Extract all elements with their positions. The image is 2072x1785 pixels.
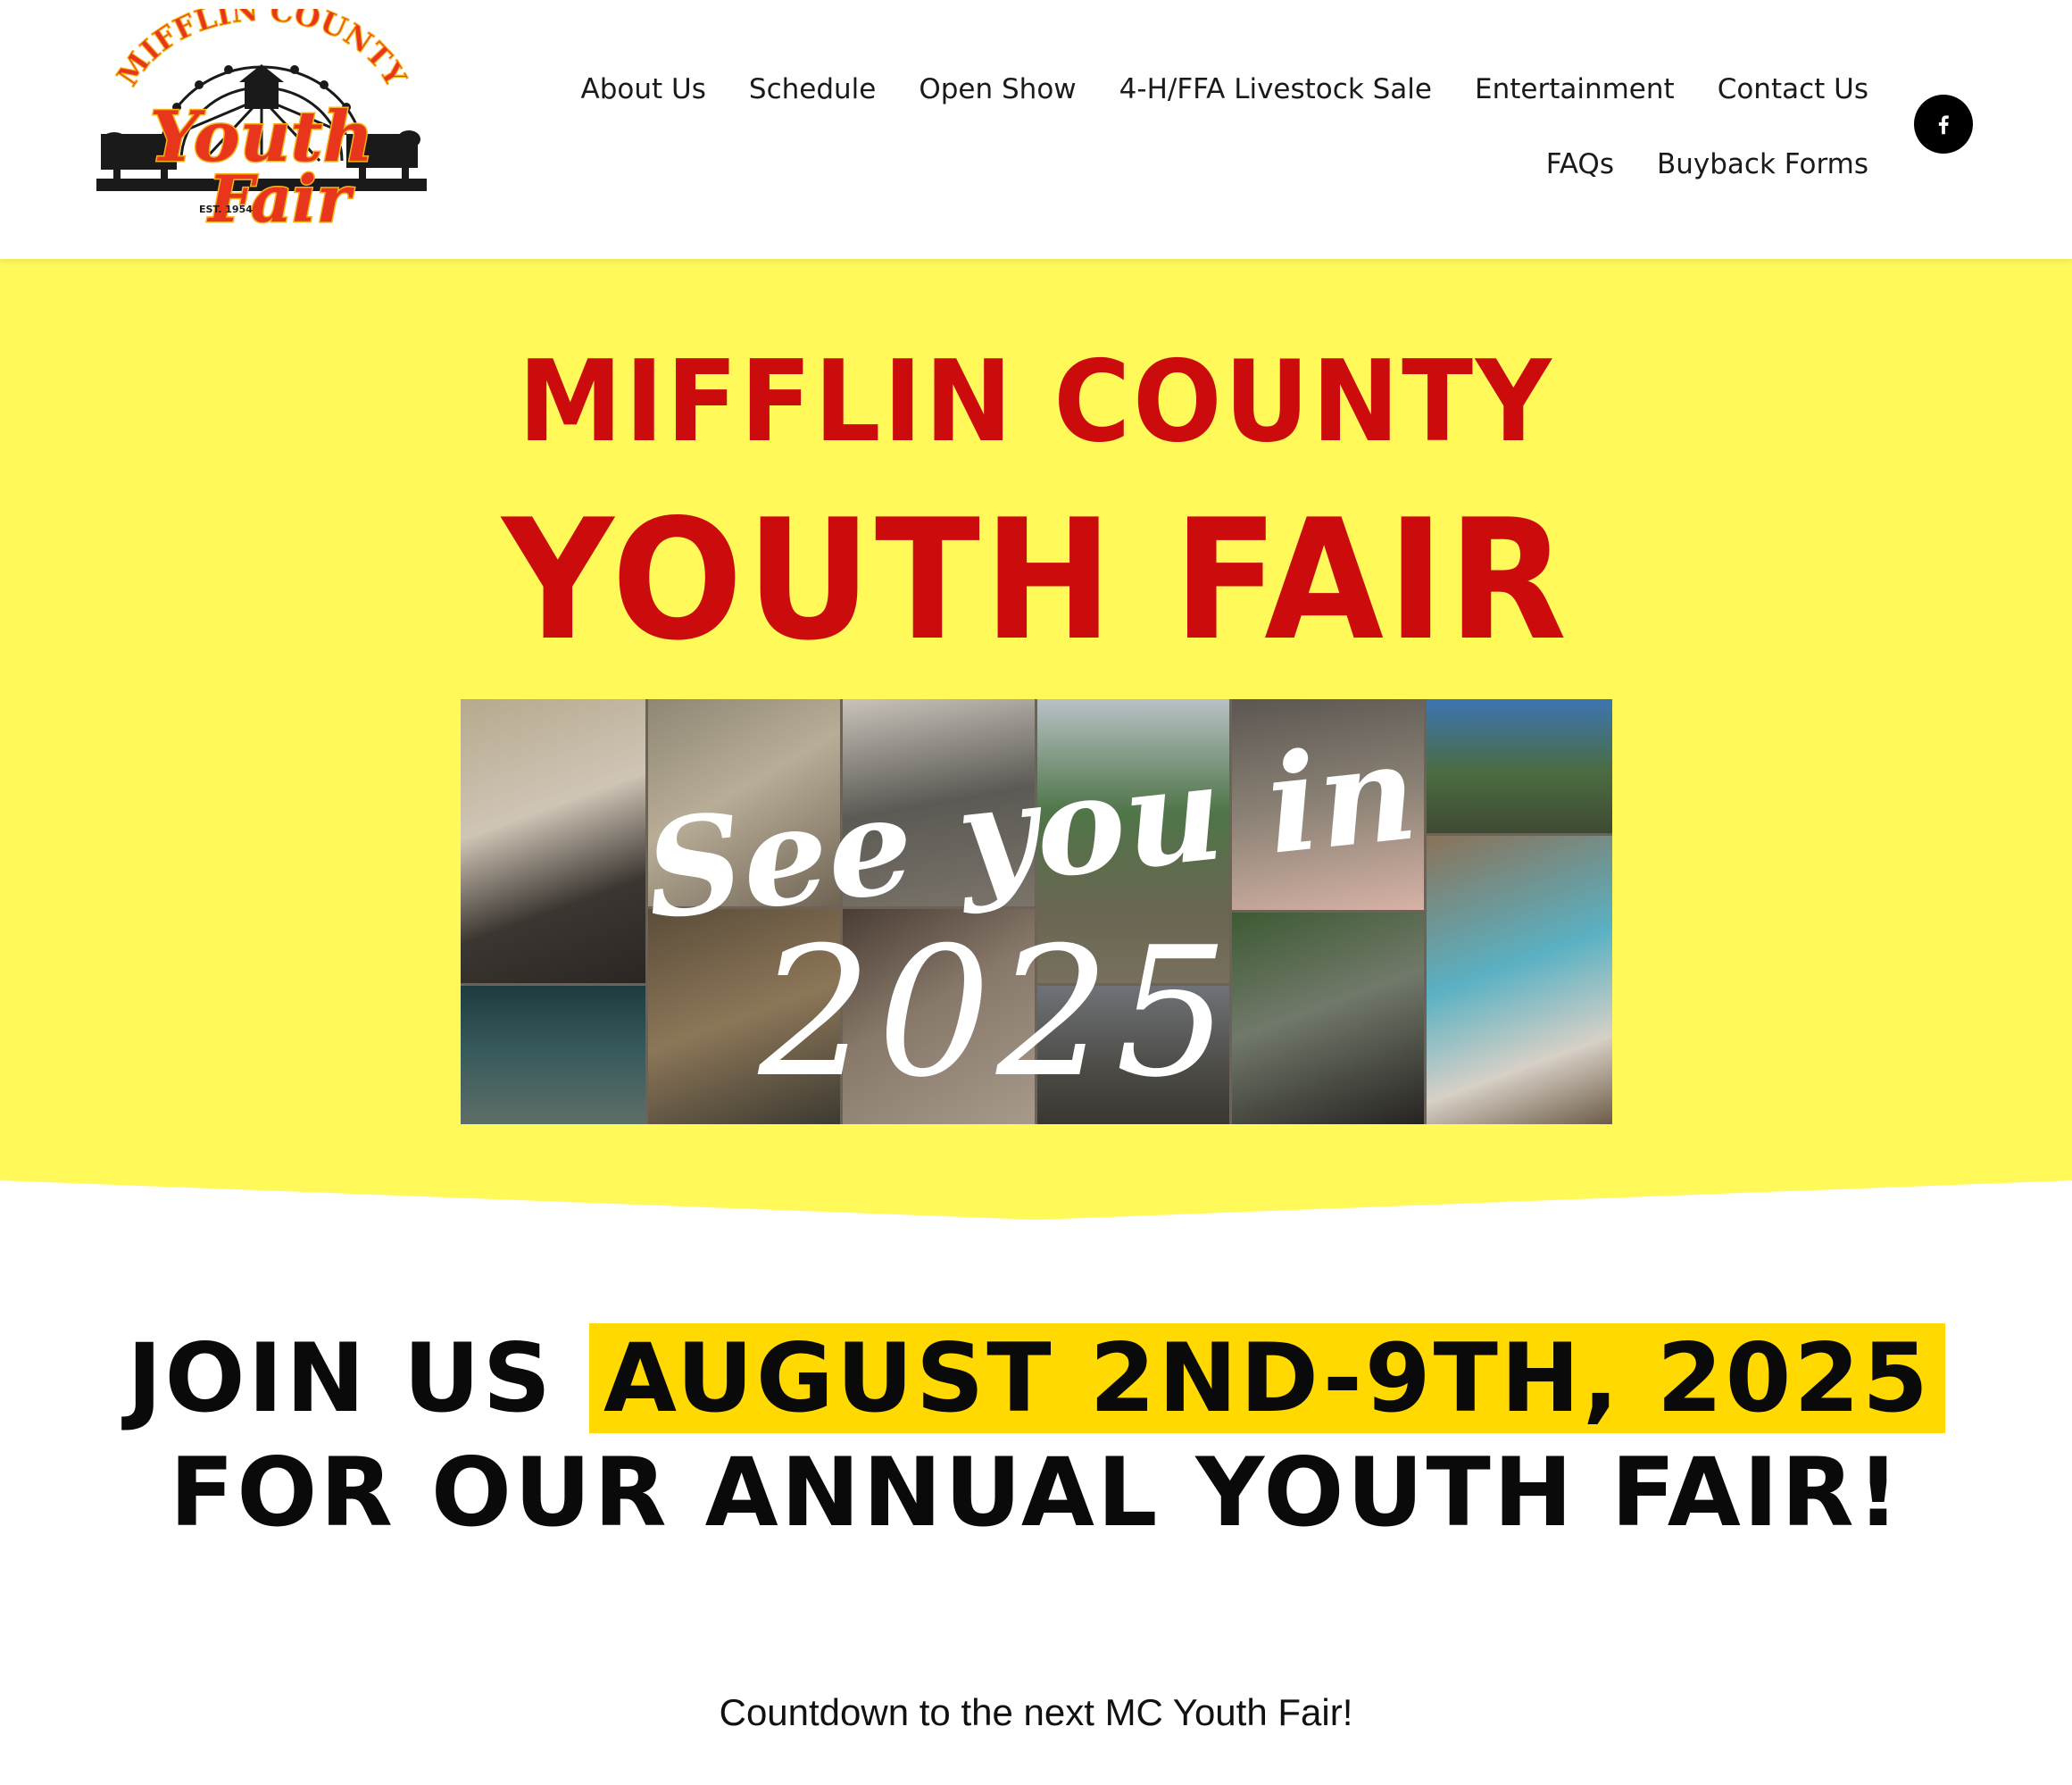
nav-contact-us[interactable]: Contact Us bbox=[1718, 71, 1868, 107]
nav-about-us[interactable]: About Us bbox=[581, 71, 706, 107]
collage-overlay-text: See you in 2025 bbox=[638, 713, 1424, 1117]
event-lead: JOIN US bbox=[127, 1323, 554, 1433]
main-nav: About Us Schedule Open Show 4-H/FFA Live… bbox=[351, 71, 1868, 182]
nav-schedule[interactable]: Schedule bbox=[749, 71, 876, 107]
countdown-label: Countdown to the next MC Youth Fair! bbox=[719, 1691, 1353, 1733]
hero-title-county: MIFFLIN COUNTY bbox=[518, 336, 1554, 467]
nav-faqs[interactable]: FAQs bbox=[1546, 146, 1614, 182]
facebook-icon bbox=[1938, 115, 1949, 135]
nav-livestock-sale[interactable]: 4-H/FFA Livestock Sale bbox=[1119, 71, 1432, 107]
logo-established: EST. 1954 bbox=[199, 204, 253, 215]
hero-section: MIFFLIN COUNTY YOUTH FAIR See you in 202… bbox=[0, 259, 2072, 1223]
nav-buyback-forms[interactable]: Buyback Forms bbox=[1657, 146, 1868, 182]
event-line-2: FOR OUR ANNUAL YOUTH FAIR! bbox=[169, 1438, 1903, 1547]
event-dates-highlight: AUGUST 2ND-9TH, 2025 bbox=[589, 1323, 1945, 1433]
hero-title-youth-fair: YOUTH FAIR bbox=[502, 483, 1570, 677]
facebook-link[interactable] bbox=[1914, 95, 1973, 154]
photo-collage: See you in 2025 bbox=[461, 699, 1612, 1124]
nav-entertainment[interactable]: Entertainment bbox=[1475, 71, 1675, 107]
logo-script-fair: Fair bbox=[206, 161, 354, 237]
event-announcement: JOIN US AUGUST 2ND-9TH, 2025 FOR OUR ANN… bbox=[0, 1322, 2072, 1550]
site-header: MIFFLIN COUNTY Youth Fair EST. 1954 Abou… bbox=[0, 0, 2072, 259]
event-line-1: JOIN US AUGUST 2ND-9TH, 2025 bbox=[0, 1322, 2072, 1436]
nav-open-show[interactable]: Open Show bbox=[919, 71, 1076, 107]
collage-year-text: 2025 bbox=[758, 909, 1235, 1117]
